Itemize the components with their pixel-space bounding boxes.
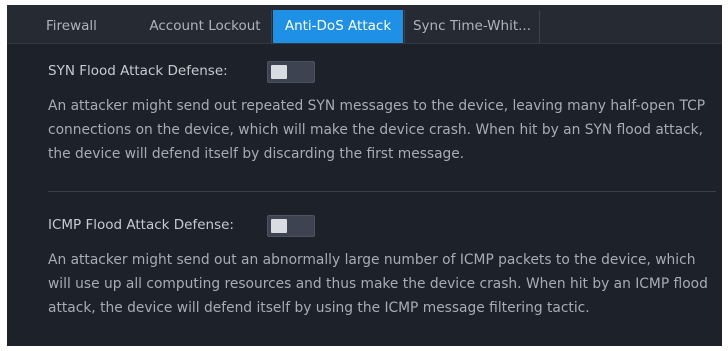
tab-account-lockout[interactable]: Account Lockout (140, 10, 270, 43)
tab-sync-time-whitelist[interactable]: Sync Time-Whit... (405, 10, 539, 43)
tab-anti-dos-attack[interactable]: Anti-DoS Attack (273, 10, 403, 43)
toggle-knob (271, 65, 287, 79)
tab-separator (271, 10, 272, 43)
tab-separator (539, 10, 540, 43)
toggle-knob (271, 219, 287, 233)
tab-bar: Firewall Account Lockout Anti-DoS Attack… (7, 5, 722, 44)
icmp-flood-label: ICMP Flood Attack Defense: (48, 217, 234, 233)
tab-firewall[interactable]: Firewall (30, 10, 120, 43)
syn-flood-label: SYN Flood Attack Defense: (48, 63, 228, 79)
syn-flood-toggle[interactable] (267, 61, 315, 83)
anti-dos-panel: Firewall Account Lockout Anti-DoS Attack… (7, 5, 722, 346)
section-divider (48, 191, 716, 192)
icmp-flood-toggle[interactable] (267, 215, 315, 237)
icmp-flood-description: An attacker might send out an abnormally… (48, 252, 708, 316)
syn-flood-description: An attacker might send out repeated SYN … (48, 98, 706, 162)
